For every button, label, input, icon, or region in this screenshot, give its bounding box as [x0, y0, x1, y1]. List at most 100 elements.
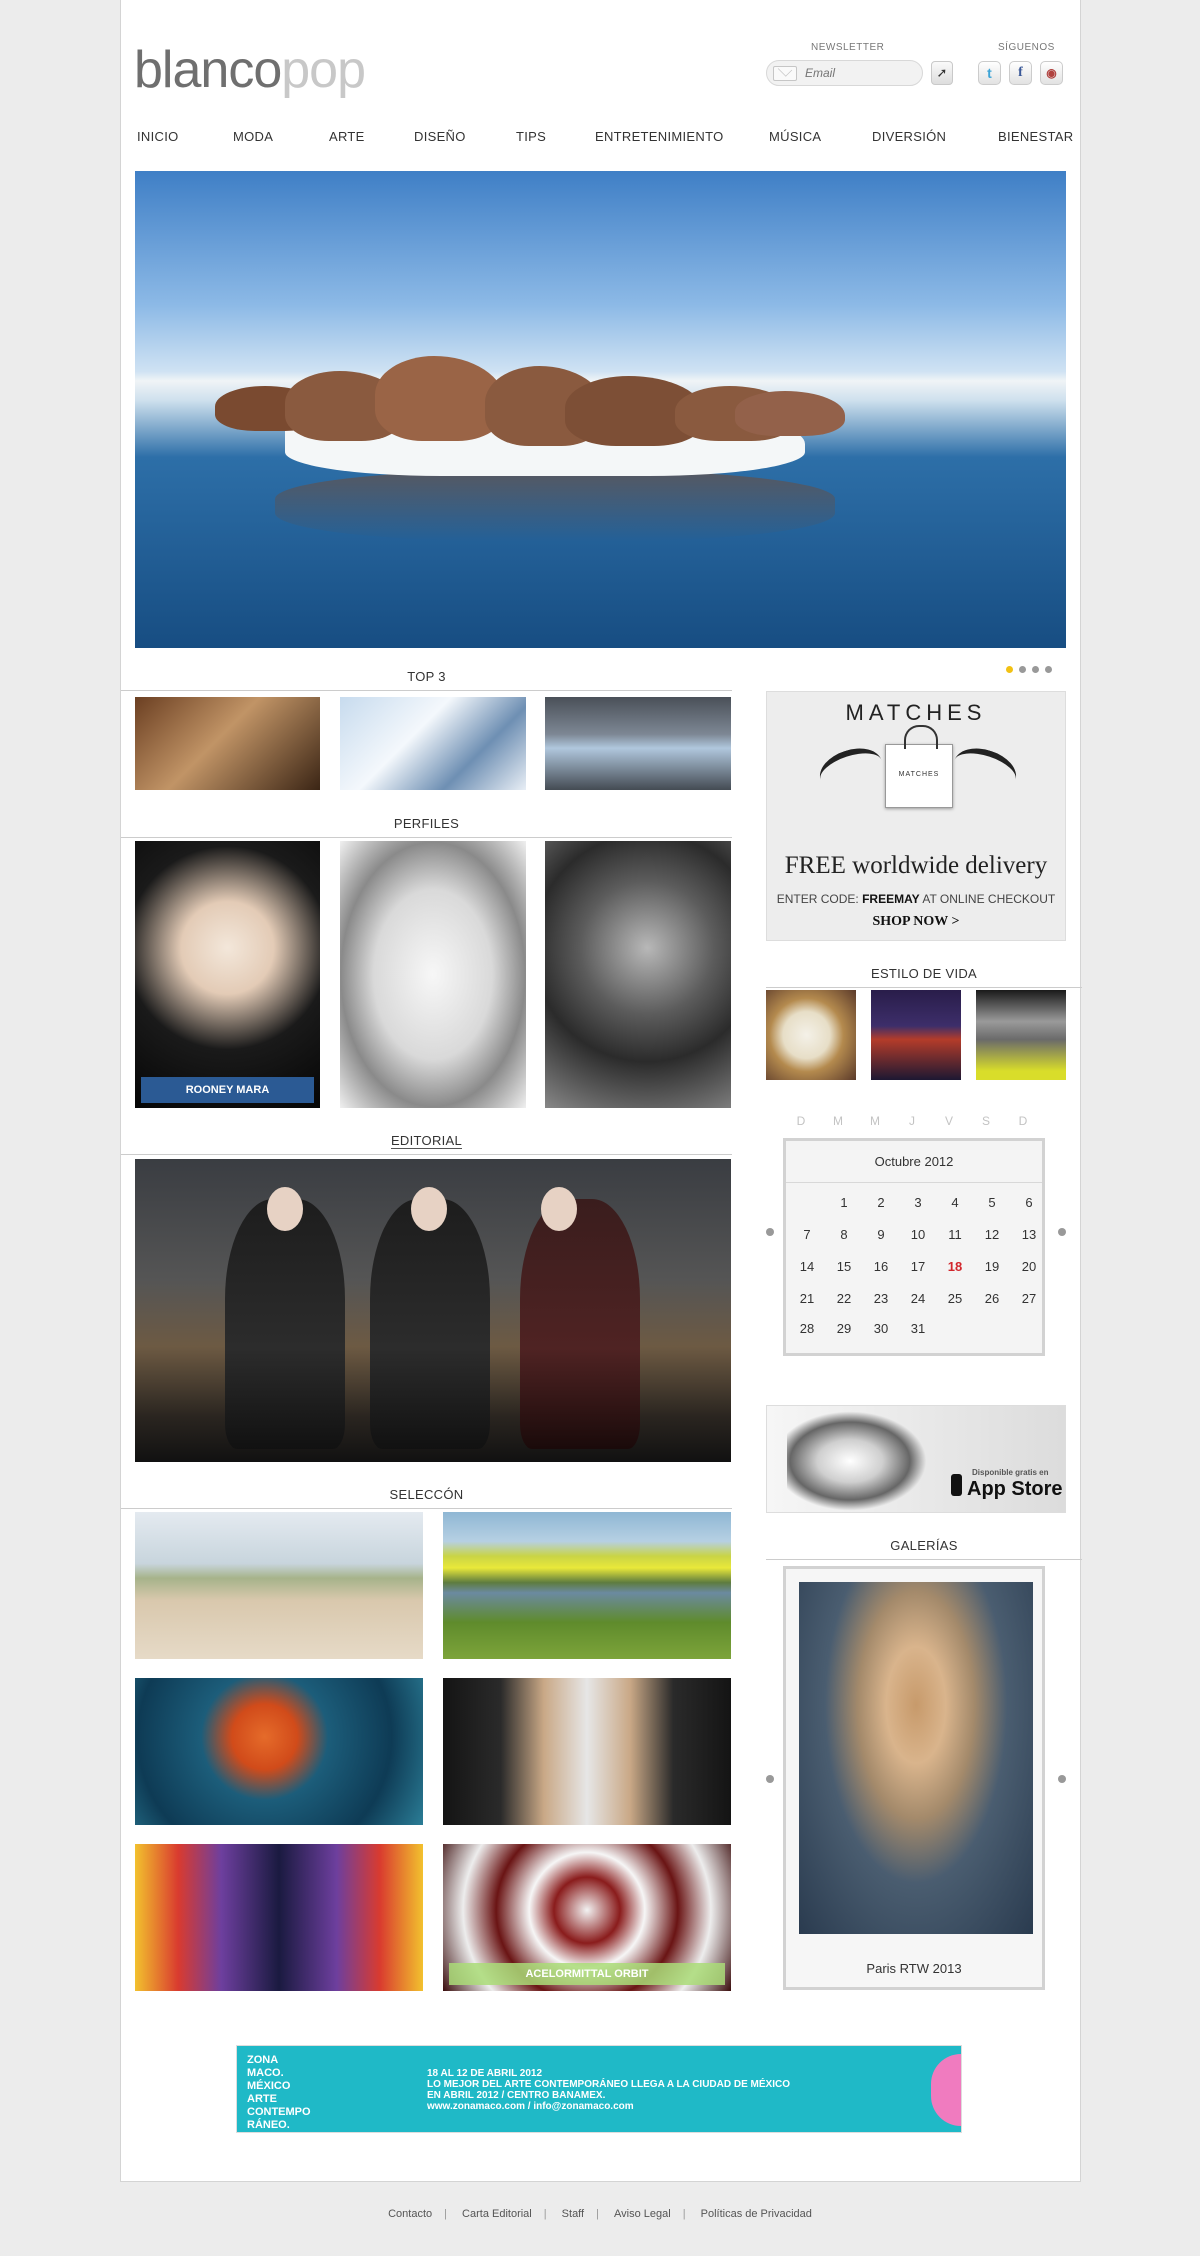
- gallery-next-arrow-icon[interactable]: [1058, 1775, 1066, 1783]
- calendar-day[interactable]: 3: [905, 1195, 931, 1210]
- calendar-day[interactable]: 15: [831, 1259, 857, 1274]
- slider-dot-4[interactable]: [1045, 666, 1052, 673]
- nav-item-inicio[interactable]: INICIO: [137, 129, 179, 144]
- calendar-day[interactable]: 9: [868, 1227, 894, 1242]
- twitter-icon[interactable]: t: [978, 61, 1001, 85]
- perfil-item-1[interactable]: ROONEY MARA: [135, 841, 320, 1108]
- calendar: Octubre 2012 1 2 3 4 5 6 7 8 9 10 11 12 13 14 15 16 17 18…: [783, 1138, 1045, 1356]
- seleccion-item-6[interactable]: ACELORMITTAL ORBIT: [443, 1844, 731, 1991]
- estilo-item-2[interactable]: [871, 990, 961, 1080]
- seleccion-item-2[interactable]: [443, 1512, 731, 1659]
- calendar-day[interactable]: 29: [831, 1321, 857, 1336]
- section-title: TOP 3: [407, 669, 446, 684]
- logo-part-2: pop: [281, 41, 366, 99]
- seleccion-item-3[interactable]: [135, 1678, 423, 1825]
- seleccion-caption: ACELORMITTAL ORBIT: [449, 1963, 725, 1985]
- top3-item-3[interactable]: [545, 697, 731, 790]
- nav-item-bienestar[interactable]: BIENESTAR: [998, 129, 1073, 144]
- seleccion-item-1[interactable]: [135, 1512, 423, 1659]
- section-top3: TOP 3: [121, 669, 732, 691]
- footer-link-contacto[interactable]: Contacto: [388, 2208, 432, 2220]
- calendar-day[interactable]: 4: [942, 1195, 968, 1210]
- footer-link-staff[interactable]: Staff: [562, 2208, 584, 2220]
- footer-link-aviso-legal[interactable]: Aviso Legal: [614, 2208, 671, 2220]
- nav-item-musica[interactable]: MÚSICA: [769, 129, 821, 144]
- slider-dot-1[interactable]: [1006, 666, 1013, 673]
- calendar-day[interactable]: 13: [1016, 1227, 1042, 1242]
- newsletter-email-input[interactable]: [805, 64, 917, 82]
- nav-item-tips[interactable]: TIPS: [516, 129, 546, 144]
- nav-item-entretenimiento[interactable]: ENTRETENIMIENTO: [595, 129, 724, 144]
- perfil-item-2[interactable]: [340, 841, 526, 1108]
- zonamaco-banner[interactable]: ZONA MACO. MÉXICO ARTE CONTEMPO RÁNEO. 1…: [236, 2045, 962, 2133]
- calendar-day[interactable]: 7: [794, 1227, 820, 1242]
- calendar-day[interactable]: 14: [794, 1259, 820, 1274]
- estilo-item-3[interactable]: [976, 990, 1066, 1080]
- section-perfiles: PERFILES: [121, 816, 732, 838]
- calendar-day[interactable]: 19: [979, 1259, 1005, 1274]
- arrow-icon: ➚: [936, 65, 948, 80]
- calendar-day[interactable]: 31: [905, 1321, 931, 1336]
- skull-icon: [931, 2054, 961, 2126]
- calendar-day[interactable]: 16: [868, 1259, 894, 1274]
- calendar-day[interactable]: 1: [831, 1195, 857, 1210]
- seleccion-item-4[interactable]: [443, 1678, 731, 1825]
- calendar-day[interactable]: 26: [979, 1291, 1005, 1306]
- instagram-icon[interactable]: ◉: [1040, 61, 1063, 85]
- nav-item-arte[interactable]: ARTE: [329, 129, 365, 144]
- logo-part-1: blanco: [134, 41, 282, 99]
- calendar-day[interactable]: 22: [831, 1291, 857, 1306]
- section-title[interactable]: EDITORIAL: [390, 1133, 463, 1149]
- facebook-icon[interactable]: f: [1009, 61, 1032, 85]
- gallery-card[interactable]: Paris RTW 2013: [783, 1566, 1045, 1990]
- page-container: blancopop NEWSLETTER ➚ SÍGUENOS t f ◉ IN…: [120, 0, 1082, 2182]
- matches-cta[interactable]: SHOP NOW >: [767, 914, 1065, 930]
- calendar-day[interactable]: 2: [868, 1195, 894, 1210]
- gallery-prev-arrow-icon[interactable]: [766, 1775, 774, 1783]
- slider-dot-2[interactable]: [1019, 666, 1026, 673]
- appstore-available-text: Disponible gratis en: [972, 1468, 1049, 1477]
- estilo-item-1[interactable]: [766, 990, 856, 1080]
- calendar-day[interactable]: 5: [979, 1195, 1005, 1210]
- nav-item-diversion[interactable]: DIVERSIÓN: [872, 129, 946, 144]
- calendar-day[interactable]: 10: [905, 1227, 931, 1242]
- slider-dot-3[interactable]: [1032, 666, 1039, 673]
- seleccion-item-5[interactable]: [135, 1844, 423, 1991]
- calendar-day[interactable]: 30: [868, 1321, 894, 1336]
- appstore-label: App Store: [967, 1478, 1063, 1500]
- calendar-day[interactable]: 24: [905, 1291, 931, 1306]
- footer-link-privacidad[interactable]: Políticas de Privacidad: [701, 2208, 812, 2220]
- calendar-next-arrow-icon[interactable]: [1058, 1228, 1066, 1236]
- calendar-prev-arrow-icon[interactable]: [766, 1228, 774, 1236]
- top3-item-1[interactable]: [135, 697, 320, 790]
- nav-item-diseno[interactable]: DISEÑO: [414, 129, 466, 144]
- matches-free-text: FREE worldwide delivery: [784, 852, 1048, 879]
- calendar-day[interactable]: 12: [979, 1227, 1005, 1242]
- site-logo[interactable]: blancopop: [134, 40, 366, 100]
- zonamaco-text: 18 AL 12 DE ABRIL 2012 LO MEJOR DEL ARTE…: [427, 2068, 790, 2112]
- calendar-day[interactable]: 20: [1016, 1259, 1042, 1274]
- calendar-day[interactable]: 18: [942, 1259, 968, 1274]
- section-seleccion: SELECCÓN: [121, 1487, 732, 1509]
- appstore-ad[interactable]: Disponible gratis en App Store: [766, 1405, 1066, 1513]
- calendar-day[interactable]: 25: [942, 1291, 968, 1306]
- calendar-day[interactable]: 8: [831, 1227, 857, 1242]
- newsletter-submit-button[interactable]: ➚: [931, 61, 953, 85]
- calendar-day[interactable]: 27: [1016, 1291, 1042, 1306]
- nav-item-moda[interactable]: MODA: [233, 129, 273, 144]
- calendar-day[interactable]: 28: [794, 1321, 820, 1336]
- calendar-day[interactable]: 17: [905, 1259, 931, 1274]
- perfil-item-3[interactable]: [545, 841, 731, 1108]
- calendar-day[interactable]: 6: [1016, 1195, 1042, 1210]
- zonamaco-logo: ZONA MACO. MÉXICO ARTE CONTEMPO RÁNEO.: [247, 2054, 311, 2131]
- top3-item-2[interactable]: [340, 697, 526, 790]
- calendar-day[interactable]: 21: [794, 1291, 820, 1306]
- editorial-image[interactable]: [135, 1159, 731, 1462]
- hero-slide-image[interactable]: [135, 171, 1066, 648]
- calendar-day[interactable]: 11: [942, 1227, 968, 1242]
- envelope-icon: [773, 66, 797, 81]
- footer-link-carta-editorial[interactable]: Carta Editorial: [462, 2208, 532, 2220]
- gallery-image[interactable]: [799, 1582, 1033, 1934]
- calendar-day[interactable]: 23: [868, 1291, 894, 1306]
- matches-ad[interactable]: MATCHES MATCHES FREE worldwide delivery …: [766, 691, 1066, 941]
